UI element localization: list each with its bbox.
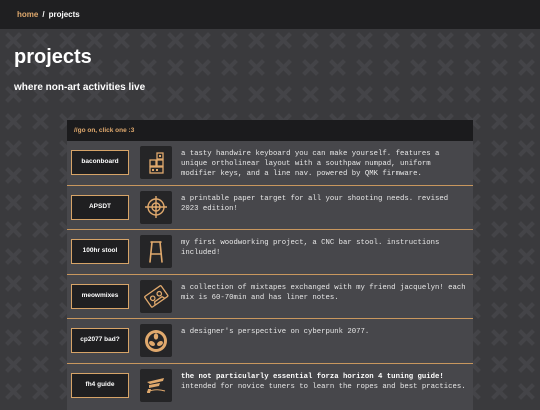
project-row-meowmixes: meowmixes a collection of mixtapes excha…: [67, 275, 473, 319]
project-description: a printable paper target for all your sh…: [181, 194, 449, 213]
project-heading: the not particularly essential forza hor…: [181, 372, 444, 381]
100hr-stool-button[interactable]: 100hr stool: [71, 239, 129, 264]
meowmixes-button[interactable]: meowmixes: [71, 283, 129, 309]
forza-horizon-logo-icon: [140, 368, 172, 402]
page-title: projects: [14, 46, 92, 68]
cp2077-bad-button[interactable]: cp2077 bad?: [71, 328, 129, 353]
breadcrumb-home-link[interactable]: home: [17, 10, 38, 19]
project-row-baconboard: baconboard a tasty handwire keyboard you…: [67, 141, 473, 186]
cassette-tape-icon: [140, 279, 172, 313]
project-description: a tasty handwire keyboard you can make y…: [181, 150, 440, 178]
crosshair-target-icon: [140, 190, 172, 224]
bar-stool-icon: [140, 235, 172, 268]
breadcrumb-separator: /: [42, 10, 45, 19]
project-description: a collection of mixtapes exchanged with …: [181, 283, 466, 302]
page-subtitle: where non-art activities live: [14, 82, 146, 93]
project-description: a designer's perspective on cyberpunk 20…: [181, 328, 370, 336]
apsdt-button[interactable]: APSDT: [71, 194, 129, 220]
project-row-100hr-stool: 100hr stool my first woodworking project…: [67, 230, 473, 275]
keyboard-keycaps-icon: [140, 146, 172, 179]
panel-header: //go on, click one :3: [67, 120, 473, 141]
project-description: my first woodworking project, a CNC bar …: [181, 239, 440, 257]
breadcrumb: home / projects: [0, 0, 540, 29]
project-row-cp2077: cp2077 bad? a designer's perspective on …: [67, 319, 473, 364]
arasaka-logo-icon: [140, 324, 172, 357]
fh4-guide-button[interactable]: fh4 guide: [71, 372, 129, 398]
project-description: intended for novice tuners to learn the …: [181, 382, 466, 391]
project-row-fh4-guide: fh4 guide the not particularly essential…: [67, 364, 473, 409]
project-description-block: the not particularly essential forza hor…: [181, 372, 469, 392]
projects-panel: //go on, click one :3 baconboard a tasty…: [67, 120, 473, 410]
breadcrumb-current: projects: [48, 10, 80, 19]
baconboard-button[interactable]: baconboard: [71, 150, 129, 175]
project-row-apsdt: APSDT a printable paper target for all y…: [67, 186, 473, 230]
